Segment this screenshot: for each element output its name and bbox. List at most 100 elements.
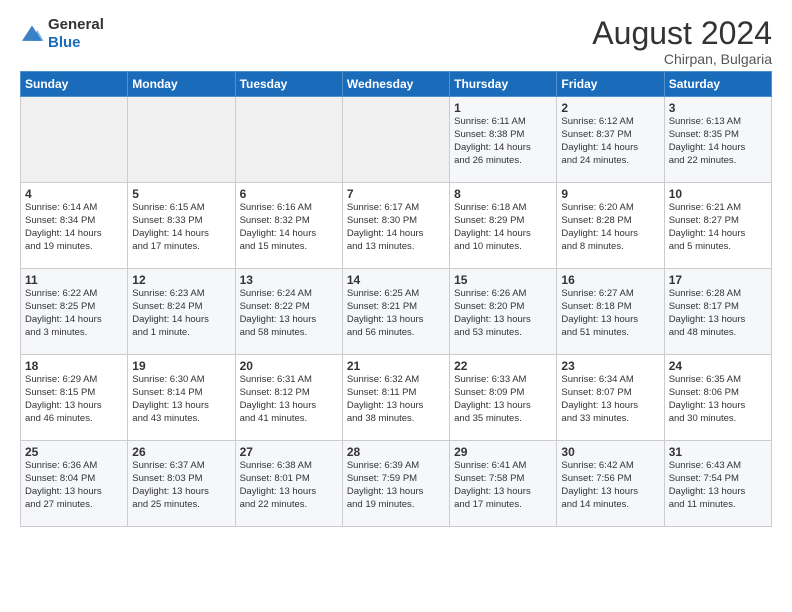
day-number: 15	[454, 273, 552, 287]
day-info: Sunrise: 6:42 AM Sunset: 7:56 PM Dayligh…	[561, 460, 659, 511]
day-info: Sunrise: 6:24 AM Sunset: 8:22 PM Dayligh…	[240, 288, 338, 339]
calendar-day: 19Sunrise: 6:30 AM Sunset: 8:14 PM Dayli…	[128, 355, 235, 441]
day-number: 3	[669, 101, 767, 115]
calendar-day: 17Sunrise: 6:28 AM Sunset: 8:17 PM Dayli…	[664, 269, 771, 355]
calendar-day: 30Sunrise: 6:42 AM Sunset: 7:56 PM Dayli…	[557, 441, 664, 527]
calendar-day: 10Sunrise: 6:21 AM Sunset: 8:27 PM Dayli…	[664, 183, 771, 269]
day-info: Sunrise: 6:36 AM Sunset: 8:04 PM Dayligh…	[25, 460, 123, 511]
day-info: Sunrise: 6:13 AM Sunset: 8:35 PM Dayligh…	[669, 116, 767, 167]
day-number: 23	[561, 359, 659, 373]
calendar-day: 26Sunrise: 6:37 AM Sunset: 8:03 PM Dayli…	[128, 441, 235, 527]
day-info: Sunrise: 6:21 AM Sunset: 8:27 PM Dayligh…	[669, 202, 767, 253]
day-info: Sunrise: 6:33 AM Sunset: 8:09 PM Dayligh…	[454, 374, 552, 425]
day-info: Sunrise: 6:18 AM Sunset: 8:29 PM Dayligh…	[454, 202, 552, 253]
column-header-tuesday: Tuesday	[235, 72, 342, 97]
logo-general: General	[48, 16, 104, 33]
day-info: Sunrise: 6:37 AM Sunset: 8:03 PM Dayligh…	[132, 460, 230, 511]
calendar-day: 18Sunrise: 6:29 AM Sunset: 8:15 PM Dayli…	[21, 355, 128, 441]
header-row: SundayMondayTuesdayWednesdayThursdayFrid…	[21, 72, 772, 97]
calendar-day: 23Sunrise: 6:34 AM Sunset: 8:07 PM Dayli…	[557, 355, 664, 441]
calendar-week-3: 11Sunrise: 6:22 AM Sunset: 8:25 PM Dayli…	[21, 269, 772, 355]
day-info: Sunrise: 6:30 AM Sunset: 8:14 PM Dayligh…	[132, 374, 230, 425]
day-info: Sunrise: 6:17 AM Sunset: 8:30 PM Dayligh…	[347, 202, 445, 253]
calendar-day	[235, 97, 342, 183]
day-info: Sunrise: 6:32 AM Sunset: 8:11 PM Dayligh…	[347, 374, 445, 425]
column-header-sunday: Sunday	[21, 72, 128, 97]
logo-text: General Blue	[48, 16, 104, 52]
day-info: Sunrise: 6:26 AM Sunset: 8:20 PM Dayligh…	[454, 288, 552, 339]
calendar-day: 2Sunrise: 6:12 AM Sunset: 8:37 PM Daylig…	[557, 97, 664, 183]
day-number: 6	[240, 187, 338, 201]
logo: General Blue	[20, 16, 104, 52]
day-number: 13	[240, 273, 338, 287]
day-number: 17	[669, 273, 767, 287]
calendar-day: 13Sunrise: 6:24 AM Sunset: 8:22 PM Dayli…	[235, 269, 342, 355]
day-number: 16	[561, 273, 659, 287]
calendar-day: 5Sunrise: 6:15 AM Sunset: 8:33 PM Daylig…	[128, 183, 235, 269]
month-year-title: August 2024	[592, 16, 772, 51]
calendar-day: 20Sunrise: 6:31 AM Sunset: 8:12 PM Dayli…	[235, 355, 342, 441]
day-info: Sunrise: 6:25 AM Sunset: 8:21 PM Dayligh…	[347, 288, 445, 339]
day-info: Sunrise: 6:35 AM Sunset: 8:06 PM Dayligh…	[669, 374, 767, 425]
day-number: 29	[454, 445, 552, 459]
day-number: 9	[561, 187, 659, 201]
calendar-day: 11Sunrise: 6:22 AM Sunset: 8:25 PM Dayli…	[21, 269, 128, 355]
day-number: 1	[454, 101, 552, 115]
calendar-day: 1Sunrise: 6:11 AM Sunset: 8:38 PM Daylig…	[450, 97, 557, 183]
day-info: Sunrise: 6:22 AM Sunset: 8:25 PM Dayligh…	[25, 288, 123, 339]
day-number: 28	[347, 445, 445, 459]
calendar-day: 7Sunrise: 6:17 AM Sunset: 8:30 PM Daylig…	[342, 183, 449, 269]
day-info: Sunrise: 6:41 AM Sunset: 7:58 PM Dayligh…	[454, 460, 552, 511]
calendar-day: 28Sunrise: 6:39 AM Sunset: 7:59 PM Dayli…	[342, 441, 449, 527]
day-number: 26	[132, 445, 230, 459]
calendar-day: 3Sunrise: 6:13 AM Sunset: 8:35 PM Daylig…	[664, 97, 771, 183]
day-number: 20	[240, 359, 338, 373]
column-header-saturday: Saturday	[664, 72, 771, 97]
day-info: Sunrise: 6:28 AM Sunset: 8:17 PM Dayligh…	[669, 288, 767, 339]
day-number: 22	[454, 359, 552, 373]
day-number: 21	[347, 359, 445, 373]
day-info: Sunrise: 6:15 AM Sunset: 8:33 PM Dayligh…	[132, 202, 230, 253]
calendar-day: 12Sunrise: 6:23 AM Sunset: 8:24 PM Dayli…	[128, 269, 235, 355]
day-number: 2	[561, 101, 659, 115]
day-info: Sunrise: 6:38 AM Sunset: 8:01 PM Dayligh…	[240, 460, 338, 511]
calendar-day	[21, 97, 128, 183]
logo-icon	[20, 24, 44, 44]
day-info: Sunrise: 6:43 AM Sunset: 7:54 PM Dayligh…	[669, 460, 767, 511]
day-number: 31	[669, 445, 767, 459]
title-block: August 2024 Chirpan, Bulgaria	[592, 16, 772, 67]
calendar-week-5: 25Sunrise: 6:36 AM Sunset: 8:04 PM Dayli…	[21, 441, 772, 527]
calendar-day: 21Sunrise: 6:32 AM Sunset: 8:11 PM Dayli…	[342, 355, 449, 441]
day-number: 7	[347, 187, 445, 201]
day-number: 27	[240, 445, 338, 459]
header: General Blue August 2024 Chirpan, Bulgar…	[20, 16, 772, 67]
calendar-week-4: 18Sunrise: 6:29 AM Sunset: 8:15 PM Dayli…	[21, 355, 772, 441]
calendar-day: 8Sunrise: 6:18 AM Sunset: 8:29 PM Daylig…	[450, 183, 557, 269]
calendar-day: 4Sunrise: 6:14 AM Sunset: 8:34 PM Daylig…	[21, 183, 128, 269]
page-container: General Blue August 2024 Chirpan, Bulgar…	[0, 0, 792, 537]
day-number: 24	[669, 359, 767, 373]
day-number: 30	[561, 445, 659, 459]
day-number: 19	[132, 359, 230, 373]
day-number: 12	[132, 273, 230, 287]
location-subtitle: Chirpan, Bulgaria	[592, 51, 772, 67]
calendar-day: 16Sunrise: 6:27 AM Sunset: 8:18 PM Dayli…	[557, 269, 664, 355]
day-number: 18	[25, 359, 123, 373]
day-info: Sunrise: 6:39 AM Sunset: 7:59 PM Dayligh…	[347, 460, 445, 511]
calendar-day: 27Sunrise: 6:38 AM Sunset: 8:01 PM Dayli…	[235, 441, 342, 527]
logo-blue: Blue	[48, 34, 81, 51]
calendar-day: 14Sunrise: 6:25 AM Sunset: 8:21 PM Dayli…	[342, 269, 449, 355]
day-info: Sunrise: 6:11 AM Sunset: 8:38 PM Dayligh…	[454, 116, 552, 167]
calendar-day: 6Sunrise: 6:16 AM Sunset: 8:32 PM Daylig…	[235, 183, 342, 269]
day-info: Sunrise: 6:23 AM Sunset: 8:24 PM Dayligh…	[132, 288, 230, 339]
calendar-day: 9Sunrise: 6:20 AM Sunset: 8:28 PM Daylig…	[557, 183, 664, 269]
calendar-day: 29Sunrise: 6:41 AM Sunset: 7:58 PM Dayli…	[450, 441, 557, 527]
day-number: 8	[454, 187, 552, 201]
calendar-day: 31Sunrise: 6:43 AM Sunset: 7:54 PM Dayli…	[664, 441, 771, 527]
calendar-day	[128, 97, 235, 183]
day-info: Sunrise: 6:14 AM Sunset: 8:34 PM Dayligh…	[25, 202, 123, 253]
column-header-friday: Friday	[557, 72, 664, 97]
day-number: 25	[25, 445, 123, 459]
column-header-monday: Monday	[128, 72, 235, 97]
calendar-day: 25Sunrise: 6:36 AM Sunset: 8:04 PM Dayli…	[21, 441, 128, 527]
